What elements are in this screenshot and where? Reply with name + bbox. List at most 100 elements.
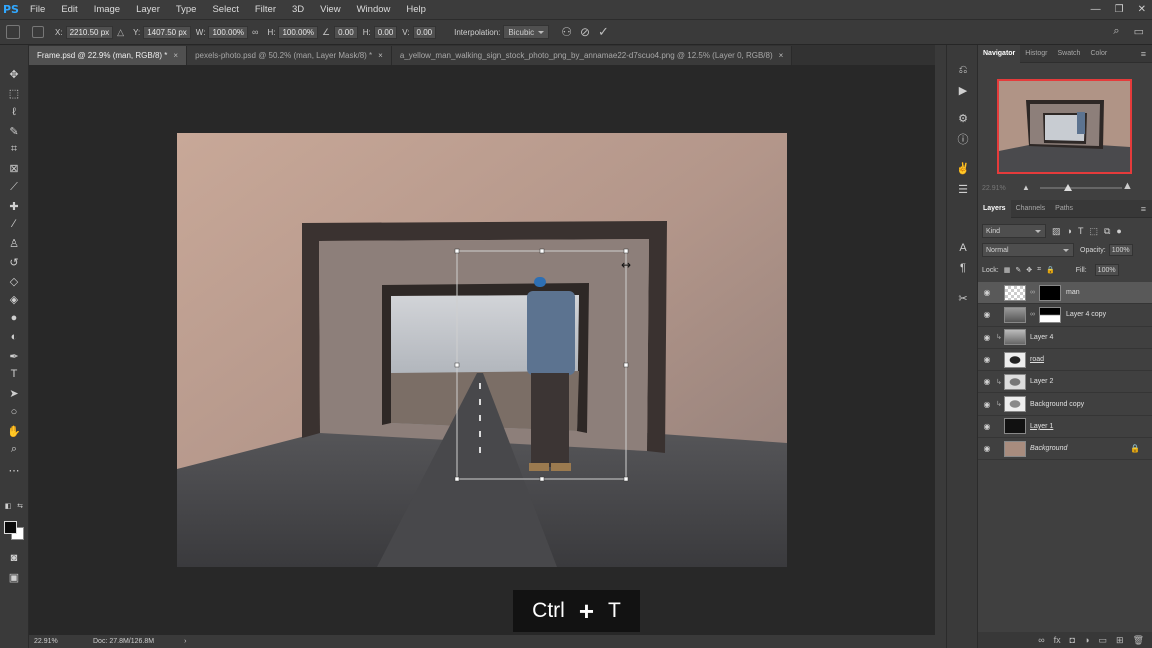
opacity-input[interactable]: 100% [1108,244,1133,256]
fx-icon[interactable]: fx [1054,635,1061,645]
menu-layer[interactable]: Layer [128,0,168,19]
default-colors-icon[interactable]: ◧ [3,501,13,511]
workspace-icon[interactable]: ▭ [1134,25,1144,38]
menu-filter[interactable]: Filter [247,0,284,19]
move-tool-icon[interactable]: ✥ [7,67,21,81]
close-button[interactable]: ✕ [1138,4,1146,15]
menu-file[interactable]: File [22,0,53,19]
layer-row-layer-4-copy[interactable]: ◉ ∞ Layer 4 copy [978,304,1152,327]
layer-thumbnail[interactable] [1004,306,1026,323]
layer-thumbnail[interactable] [1004,284,1026,301]
layer-name[interactable]: Background copy [1030,401,1084,408]
minimize-button[interactable]: — [1091,4,1101,15]
actions-play-icon[interactable]: ▶ [956,83,970,97]
visibility-eye-icon[interactable]: ◉ [978,310,996,319]
fill-input[interactable]: 100% [1094,264,1119,276]
canvas-area[interactable]: ↔ Ctrl + T [29,65,935,635]
paragraph-icon[interactable]: ¶ [956,261,970,275]
layer-row-background-copy[interactable]: ◉ ↳ Background copy [978,393,1152,416]
cancel-transform-icon[interactable]: ⊘ [580,25,590,39]
tab-yellow-man[interactable]: a_yellow_man_walking_sign_stock_photo_pn… [391,46,793,65]
width-input[interactable]: 100.00% [208,25,249,39]
foreground-color-swatch[interactable] [4,521,17,534]
navigator-zoom-knob[interactable] [1064,184,1072,191]
menu-image[interactable]: Image [86,0,128,19]
brush-settings-icon[interactable]: ✌ [956,161,970,175]
lock-transparency-icon[interactable]: ▦ [1004,266,1011,274]
stamp-tool-icon[interactable]: ♙ [7,236,21,250]
tab-color[interactable]: Color [1085,45,1112,63]
layer-row-road[interactable]: ◉ road [978,349,1152,372]
history-icon[interactable]: ⎌ [956,63,970,77]
layer-name[interactable]: road [1030,356,1044,363]
tool-preset-icon[interactable] [6,25,20,39]
layer-thumbnail[interactable] [1004,373,1026,390]
layer-thumbnail[interactable] [1004,418,1026,435]
new-layer-icon[interactable]: ⊞ [1116,635,1124,646]
delta-icon[interactable]: △ [117,27,124,38]
zoom-level[interactable]: 22.91% [29,638,89,645]
menu-edit[interactable]: Edit [53,0,85,19]
visibility-eye-icon[interactable]: ◉ [978,288,996,297]
lasso-tool-icon[interactable]: ℓ [7,105,21,119]
tab-channels[interactable]: Channels [1011,200,1051,218]
tab-close-icon[interactable]: × [779,51,784,60]
paint-bucket-icon[interactable]: ◈ [7,292,21,306]
search-icon[interactable]: ⌕ [1113,25,1119,38]
menu-window[interactable]: Window [349,0,399,19]
navigator-preview[interactable] [997,79,1132,174]
commit-transform-icon[interactable]: ✓ [598,24,609,40]
info-icon[interactable]: ⓘ [956,132,970,146]
warp-icon[interactable]: ⚇ [561,25,572,39]
visibility-eye-icon[interactable]: ◉ [978,355,996,364]
tab-close-icon[interactable]: × [378,51,383,60]
tab-pexels-photo[interactable]: pexels-photo.psd @ 50.2% (man, Layer Mas… [187,46,392,65]
restore-button[interactable]: ❐ [1115,4,1124,15]
layer-row-layer-4[interactable]: ◉ ↳ Layer 4 [978,327,1152,349]
type-tool-icon[interactable]: T [7,367,21,381]
quick-mask-icon[interactable]: ◙ [7,551,21,565]
zoom-out-icon[interactable]: ▲ [1022,183,1030,192]
add-mask-icon[interactable]: ◘ [1070,635,1075,645]
navigator-zoom-slider[interactable] [1040,187,1122,189]
tools-settings-icon[interactable]: ✂ [956,291,970,305]
zoom-in-icon[interactable]: ▲ [1122,180,1133,192]
tab-frame-psd[interactable]: Frame.psd @ 22.9% (man, RGB/8) * × [29,46,188,65]
delete-layer-icon[interactable]: 🗑 [1133,635,1144,646]
filter-toggle-icon[interactable]: ● [1116,226,1121,237]
tab-close-icon[interactable]: × [173,51,178,60]
menu-select[interactable]: Select [204,0,246,19]
new-group-icon[interactable]: ▭ [1099,635,1108,646]
layer-thumbnail[interactable] [1004,440,1026,457]
adjustment-filter-icon[interactable]: ◑ [1067,226,1072,237]
quick-select-tool-icon[interactable]: ✎ [7,124,21,138]
navigator-zoom[interactable]: 22.91% [982,185,1006,192]
menu-3d[interactable]: 3D [284,0,312,19]
panel-menu-icon[interactable]: ≡ [1141,49,1146,59]
layer-name[interactable]: man [1066,289,1080,296]
blur-tool-icon[interactable]: ● [7,311,21,325]
layer-row-background[interactable]: ◉ Background 🔒 [978,438,1152,461]
adjustments-icon[interactable]: ☰ [956,182,970,196]
layer-row-layer-1[interactable]: ◉ Layer 1 [978,416,1152,439]
lock-artboard-icon[interactable]: ⌗ [1037,266,1041,274]
y-input[interactable]: 1407.50 px [143,25,191,39]
eyedropper-tool-icon[interactable]: ⟋ [7,180,21,194]
layer-row-man[interactable]: ◉ ∞ man [978,282,1152,305]
layer-thumbnail[interactable] [1004,351,1026,368]
menu-type[interactable]: Type [168,0,205,19]
lock-position-icon[interactable]: ✥ [1026,266,1032,274]
tab-paths[interactable]: Paths [1050,200,1078,218]
visibility-eye-icon[interactable]: ◉ [978,422,996,431]
visibility-eye-icon[interactable]: ◉ [978,400,996,409]
blend-mode-select[interactable]: Normal [982,243,1074,257]
mask-link-icon[interactable]: ∞ [1030,311,1037,318]
layer-thumbnail[interactable] [1004,396,1026,413]
layers-menu-icon[interactable]: ≡ [1141,204,1146,214]
visibility-eye-icon[interactable]: ◉ [978,444,996,453]
marquee-tool-icon[interactable]: ⬚ [7,86,21,100]
x-input[interactable]: 2210.50 px [65,25,114,39]
kind-filter-select[interactable]: Kind [982,224,1046,238]
tab-layers[interactable]: Layers [978,199,1011,218]
swap-colors-icon[interactable]: ⇆ [15,501,25,511]
